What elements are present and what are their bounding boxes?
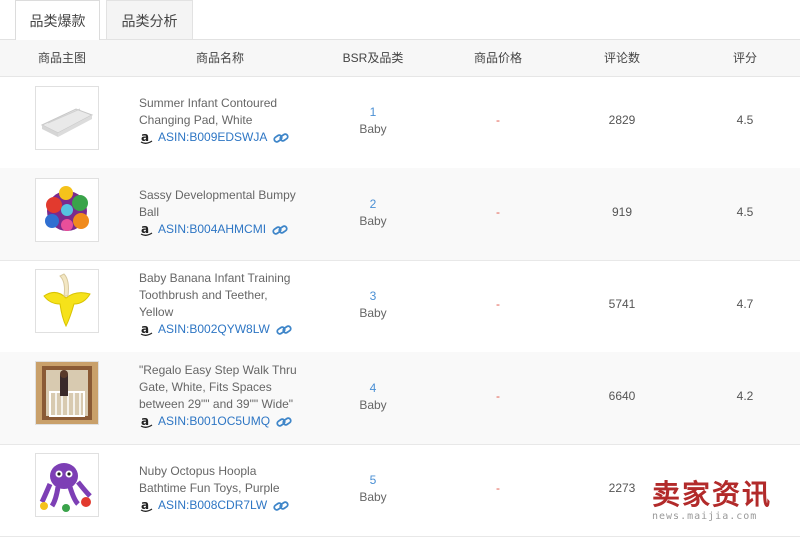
product-name-cell: "Regalo Easy Step Walk Thru Gate, White,…	[139, 362, 299, 430]
product-name-line: Baby Banana Infant Training	[139, 271, 291, 285]
asin-link[interactable]: ASIN:B002QYW8LW	[158, 321, 270, 338]
bsr-rank[interactable]: 4	[330, 380, 416, 397]
banana-toothbrush-image[interactable]	[35, 269, 99, 333]
bsr-cell: 1 Baby	[330, 104, 416, 138]
amazon-icon: a	[139, 414, 154, 429]
external-link-icon[interactable]	[272, 223, 288, 237]
watermark-url: news.maijia.com	[652, 511, 758, 522]
product-name-line: Yellow	[139, 305, 174, 319]
column-header-price: 商品价格	[473, 51, 522, 65]
tab-category-hot[interactable]: 品类爆款	[15, 0, 100, 40]
bsr-category: Baby	[359, 398, 387, 412]
bsr-cell: 5 Baby	[330, 472, 416, 506]
rating-cell: 4.5	[736, 113, 754, 127]
svg-text:a: a	[141, 222, 149, 236]
external-link-icon[interactable]	[276, 323, 292, 337]
amazon-icon: a	[139, 130, 154, 145]
external-link-icon[interactable]	[273, 499, 289, 513]
product-name-cell: Sassy Developmental Bumpy Ball a ASIN:B0…	[139, 187, 299, 238]
product-name-cell: Summer Infant Contoured Changing Pad, Wh…	[139, 95, 299, 146]
price-cell: -	[496, 205, 500, 219]
amazon-icon: a	[139, 498, 154, 513]
rating-cell: 4.5	[736, 205, 754, 219]
bsr-rank[interactable]: 5	[330, 472, 416, 489]
watermark-title: 卖家资讯	[652, 478, 773, 511]
tab-category-analysis[interactable]: 品类分析	[106, 0, 193, 39]
watermark-logo: 卖家资讯 news.maijia.com	[652, 480, 800, 529]
price-cell: -	[496, 389, 500, 403]
bsr-category: Baby	[359, 122, 387, 136]
svg-text:a: a	[141, 498, 149, 512]
product-name-line: Gate, White, Fits Spaces	[139, 380, 272, 394]
bsr-cell: 4 Baby	[330, 380, 416, 414]
rating-cell: 4.7	[736, 297, 754, 311]
price-cell: -	[496, 481, 500, 495]
column-header-bsr: BSR及品类	[342, 51, 404, 65]
table-row: Summer Infant Contoured Changing Pad, Wh…	[0, 76, 800, 169]
column-header-rating: 评分	[732, 51, 757, 65]
product-name-cell: Nuby Octopus Hoopla Bathtime Fun Toys, P…	[139, 463, 299, 514]
asin-row: a ASIN:B002QYW8LW	[139, 321, 299, 338]
reviews-cell: 919	[611, 205, 633, 219]
price-cell: -	[496, 297, 500, 311]
asin-link[interactable]: ASIN:B001OC5UMQ	[158, 413, 270, 430]
bsr-rank[interactable]: 3	[330, 288, 416, 305]
product-name-line: "Regalo Easy Step Walk Thru	[139, 363, 297, 377]
asin-row: a ASIN:B008CDR7LW	[139, 497, 299, 514]
bsr-category: Baby	[359, 306, 387, 320]
product-name-line: Summer Infant Contoured	[139, 96, 278, 110]
amazon-icon: a	[139, 222, 154, 237]
bumpy-ball-image[interactable]	[35, 178, 99, 242]
reviews-cell: 6640	[608, 389, 636, 403]
bsr-cell: 3 Baby	[330, 288, 416, 322]
asin-row: a ASIN:B009EDSWJA	[139, 129, 299, 146]
svg-text:a: a	[141, 130, 149, 144]
rating-cell: 4.2	[736, 389, 754, 403]
table-header: 商品主图 商品名称 BSR及品类 商品价格 评论数 评分	[0, 40, 800, 77]
svg-text:a: a	[141, 322, 149, 336]
external-link-icon[interactable]	[276, 415, 292, 429]
table-row: Sassy Developmental Bumpy Ball a ASIN:B0…	[0, 168, 800, 261]
reviews-cell: 2829	[608, 113, 636, 127]
bsr-cell: 2 Baby	[330, 196, 416, 230]
product-name-line: Toothbrush and Teether,	[139, 288, 268, 302]
column-header-image: 商品主图	[37, 51, 86, 65]
asin-row: a ASIN:B004AHMCMI	[139, 221, 299, 238]
external-link-icon[interactable]	[273, 131, 290, 145]
table-row: "Regalo Easy Step Walk Thru Gate, White,…	[0, 352, 800, 445]
asin-link[interactable]: ASIN:B008CDR7LW	[158, 497, 267, 514]
bsr-rank[interactable]: 2	[330, 196, 416, 213]
tab-bar: 品类爆款 品类分析	[0, 0, 800, 40]
column-header-name: 商品名称	[195, 51, 244, 65]
product-name-cell: Baby Banana Infant Training Toothbrush a…	[139, 270, 299, 338]
price-cell: -	[496, 113, 500, 127]
product-name-line: Nuby Octopus Hoopla	[139, 464, 257, 478]
changing-pad-image[interactable]	[35, 86, 99, 150]
asin-link[interactable]: ASIN:B004AHMCMI	[158, 221, 266, 238]
octopus-toy-image[interactable]	[35, 453, 99, 517]
baby-gate-image[interactable]	[35, 361, 99, 425]
product-name-line: Sassy Developmental Bumpy	[139, 188, 296, 202]
product-name-line: between 29"" and 39"" Wide"	[139, 397, 294, 411]
table-row: Baby Banana Infant Training Toothbrush a…	[0, 260, 800, 353]
bsr-category: Baby	[359, 490, 387, 504]
product-name-line: Changing Pad, White	[139, 113, 253, 127]
bsr-category: Baby	[359, 214, 387, 228]
product-name-line: Ball	[139, 205, 160, 219]
column-header-reviews: 评论数	[603, 51, 640, 65]
reviews-cell: 5741	[608, 297, 636, 311]
svg-text:a: a	[141, 414, 149, 428]
asin-row: a ASIN:B001OC5UMQ	[139, 413, 299, 430]
bsr-rank[interactable]: 1	[330, 104, 416, 121]
asin-link[interactable]: ASIN:B009EDSWJA	[158, 129, 267, 146]
product-name-line: Bathtime Fun Toys, Purple	[139, 481, 280, 495]
amazon-icon: a	[139, 322, 154, 337]
